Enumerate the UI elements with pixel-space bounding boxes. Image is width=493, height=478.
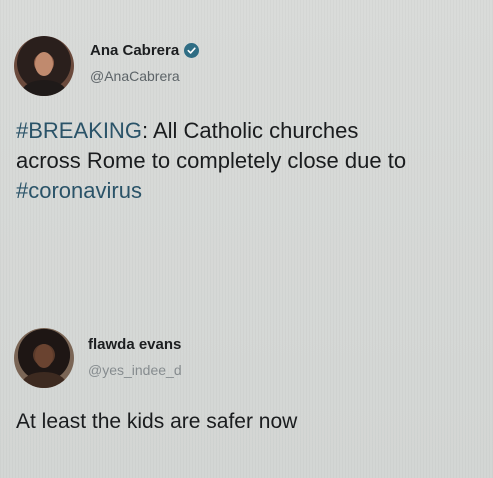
author-handle[interactable]: @AnaCabrera bbox=[90, 68, 180, 84]
avatar-shoulders bbox=[22, 80, 66, 96]
author-display-name[interactable]: flawda evans bbox=[88, 336, 181, 353]
tweet-header: Ana Cabrera @AnaCabrera bbox=[0, 28, 493, 98]
hashtag-link[interactable]: #coronavirus bbox=[16, 178, 142, 203]
tweet-text-segment: : All Catholic churches bbox=[141, 118, 359, 143]
tweet-header: flawda evans @yes_indee_d bbox=[0, 322, 493, 392]
tweet-card[interactable]: Ana Cabrera @AnaCabrera #BREAKING: All C… bbox=[0, 28, 493, 203]
tweet-text-segment: across Rome to completely close due to bbox=[16, 148, 407, 173]
avatar-face bbox=[35, 344, 53, 368]
avatar-shoulders bbox=[22, 372, 66, 388]
avatar[interactable] bbox=[14, 36, 74, 96]
avatar[interactable] bbox=[14, 328, 74, 388]
tweet-text: #BREAKING: All Catholic churches across … bbox=[16, 116, 486, 206]
verified-badge-icon bbox=[184, 43, 200, 58]
author-display-name[interactable]: Ana Cabrera bbox=[90, 42, 179, 59]
author-name-row: flawda evans bbox=[88, 336, 181, 353]
author-name-row: Ana Cabrera bbox=[90, 42, 200, 59]
reply-tweet-card[interactable]: flawda evans @yes_indee_d At least the k… bbox=[0, 322, 493, 433]
tweet-text-segment: At least the kids are safer now bbox=[16, 410, 298, 433]
avatar-face bbox=[35, 52, 53, 76]
author-handle[interactable]: @yes_indee_d bbox=[88, 362, 182, 378]
hashtag-link[interactable]: #BREAKING bbox=[16, 118, 142, 143]
tweet-text: At least the kids are safer now bbox=[16, 407, 486, 437]
screenshot-canvas: Ana Cabrera @AnaCabrera #BREAKING: All C… bbox=[0, 0, 493, 478]
